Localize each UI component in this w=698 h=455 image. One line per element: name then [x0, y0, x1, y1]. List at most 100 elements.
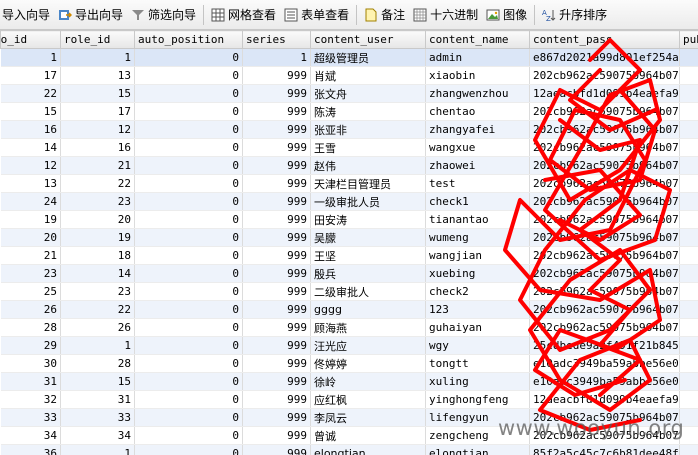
table-cell[interactable]: 17: [0, 66, 61, 85]
table-cell[interactable]: 34: [0, 426, 61, 445]
table-cell[interactable]: 36: [0, 444, 61, 455]
table-cell[interactable]: 999: [242, 444, 311, 455]
table-cell[interactable]: 202cb962ac59075b964b0715: [529, 210, 680, 229]
table-row[interactable]: 1101超级管理员admine867d2021a99d801ef254ad91: [0, 48, 698, 67]
table-cell[interactable]: 1: [679, 246, 698, 265]
table-cell[interactable]: 999: [242, 120, 311, 139]
column-header[interactable]: content_name: [425, 30, 530, 49]
table-cell[interactable]: 33: [0, 408, 61, 427]
table-cell[interactable]: 一级审批人员: [310, 192, 426, 211]
table-cell[interactable]: 202cb962ac59075b964b0715: [529, 282, 680, 301]
table-cell[interactable]: 20: [60, 210, 135, 229]
table-row[interactable]: 2910999汪光应wgy25cdbede9a2f491f21b84541: [0, 336, 698, 355]
table-cell[interactable]: 0: [134, 120, 243, 139]
table-cell[interactable]: 18: [60, 246, 135, 265]
table-cell[interactable]: 21: [60, 156, 135, 175]
column-header[interactable]: content_pass: [529, 30, 680, 49]
table-cell[interactable]: 赵伟: [310, 156, 426, 175]
table-cell[interactable]: 徐岭: [310, 372, 426, 391]
table-cell[interactable]: 14: [0, 138, 61, 157]
table-cell[interactable]: check2: [425, 282, 530, 301]
table-cell[interactable]: 0: [134, 372, 243, 391]
table-cell[interactable]: gggg: [310, 300, 426, 319]
table-cell[interactable]: 24: [0, 192, 61, 211]
table-cell[interactable]: 999: [242, 102, 311, 121]
table-cell[interactable]: 31: [0, 372, 61, 391]
table-cell[interactable]: 22: [60, 174, 135, 193]
table-cell[interactable]: e10adc3949ba59abbe56e057: [529, 372, 680, 391]
table-cell[interactable]: 28: [60, 354, 135, 373]
table-cell[interactable]: 999: [242, 192, 311, 211]
table-cell[interactable]: check1: [425, 192, 530, 211]
table-cell[interactable]: 23: [60, 282, 135, 301]
column-header[interactable]: role_id: [60, 30, 135, 49]
table-row[interactable]: 23 14 0 999 殷兵 xuebing 202cb962ac59075b964b071…: [0, 264, 698, 283]
table-cell[interactable]: 34: [60, 426, 135, 445]
sort-ascending-button[interactable]: AZ 升序排序: [538, 4, 611, 26]
table-cell[interactable]: 23: [0, 264, 61, 283]
table-cell[interactable]: 29: [0, 336, 61, 355]
table-cell[interactable]: 33: [60, 408, 135, 427]
table-cell[interactable]: 999: [242, 228, 311, 247]
table-cell[interactable]: 202cb962ac59075b964b0715: [529, 228, 680, 247]
table-cell[interactable]: 26: [60, 318, 135, 337]
table-cell[interactable]: 31: [60, 390, 135, 409]
table-cell[interactable]: 张文舟: [310, 84, 426, 103]
table-cell[interactable]: 202cb962ac59075b964b0715: [529, 246, 680, 265]
table-cell[interactable]: 1: [679, 66, 698, 85]
import-wizard-button[interactable]: 导入向导: [0, 4, 54, 26]
table-cell[interactable]: 19: [60, 228, 135, 247]
table-cell[interactable]: 999: [242, 426, 311, 445]
table-row[interactable]: 28 26 0 999 顾海燕 guhaiyan 202cb962ac59075b964b0…: [0, 318, 698, 337]
table-row[interactable]: 17 13 0 999 肖斌 xiaobin 202cb962ac59075b964b071…: [0, 66, 698, 85]
table-cell[interactable]: 1: [679, 48, 698, 67]
table-cell[interactable]: 1: [679, 156, 698, 175]
table-cell[interactable]: tianantao: [425, 210, 530, 229]
table-cell[interactable]: 999: [242, 282, 311, 301]
column-header[interactable]: series: [242, 30, 311, 49]
table-cell[interactable]: e10adc3949ba59abbe56e057: [529, 354, 680, 373]
table-cell[interactable]: 12: [0, 156, 61, 175]
column-header[interactable]: content_user: [310, 30, 426, 49]
table-row[interactable]: 14 16 0 999 王雪 wangxue 202cb962ac59075b964b071…: [0, 138, 698, 157]
table-cell[interactable]: 1: [679, 84, 698, 103]
table-cell[interactable]: wumeng: [425, 228, 530, 247]
table-cell[interactable]: 202cb962ac59075b964b0715: [529, 174, 680, 193]
table-cell[interactable]: 0: [134, 102, 243, 121]
table-row[interactable]: 36 1 0 999 elongtian elongtian 85f2a5c45c7c6b8…: [0, 444, 698, 455]
table-row[interactable]: 15 17 0 999 陈涛 chentao 202cb962ac59075b964b071…: [0, 102, 698, 121]
table-cell[interactable]: zhangyafei: [425, 120, 530, 139]
hex-button[interactable]: 十六进制: [409, 4, 482, 26]
table-cell[interactable]: 1: [60, 336, 135, 355]
table-cell[interactable]: elongtian: [310, 444, 426, 455]
table-cell[interactable]: wangjian: [425, 246, 530, 265]
table-cell[interactable]: 19: [0, 210, 61, 229]
table-cell[interactable]: 999: [242, 174, 311, 193]
table-cell[interactable]: 应红枫: [310, 390, 426, 409]
table-cell[interactable]: 0: [134, 354, 243, 373]
table-cell[interactable]: 202cb962ac59075b964b0715: [529, 318, 680, 337]
table-cell[interactable]: 123: [425, 300, 530, 319]
table-cell[interactable]: 16: [0, 120, 61, 139]
table-cell[interactable]: 0: [134, 408, 243, 427]
table-cell[interactable]: 15: [60, 372, 135, 391]
table-cell[interactable]: 1: [679, 336, 698, 355]
table-cell[interactable]: chentao: [425, 102, 530, 121]
form-view-button[interactable]: 表单查看: [280, 4, 353, 26]
table-cell[interactable]: 0: [134, 426, 243, 445]
table-cell[interactable]: 李凤云: [310, 408, 426, 427]
table-cell[interactable]: 15: [60, 84, 135, 103]
column-header[interactable]: to_id: [0, 30, 61, 49]
table-cell[interactable]: 999: [242, 408, 311, 427]
table-cell[interactable]: 202cb962ac59075b964b0715: [529, 264, 680, 283]
table-cell[interactable]: 999: [242, 138, 311, 157]
table-cell[interactable]: 202cb962ac59075b964b0715: [529, 138, 680, 157]
table-cell[interactable]: 999: [242, 210, 311, 229]
table-cell[interactable]: 999: [242, 66, 311, 85]
table-cell[interactable]: 1: [242, 48, 311, 67]
table-cell[interactable]: 20: [0, 228, 61, 247]
table-cell[interactable]: 999: [242, 300, 311, 319]
table-cell[interactable]: e867d2021a99d801ef254ad9: [529, 48, 680, 67]
table-cell[interactable]: zhangwenzhou: [425, 84, 530, 103]
table-cell[interactable]: 0: [134, 84, 243, 103]
